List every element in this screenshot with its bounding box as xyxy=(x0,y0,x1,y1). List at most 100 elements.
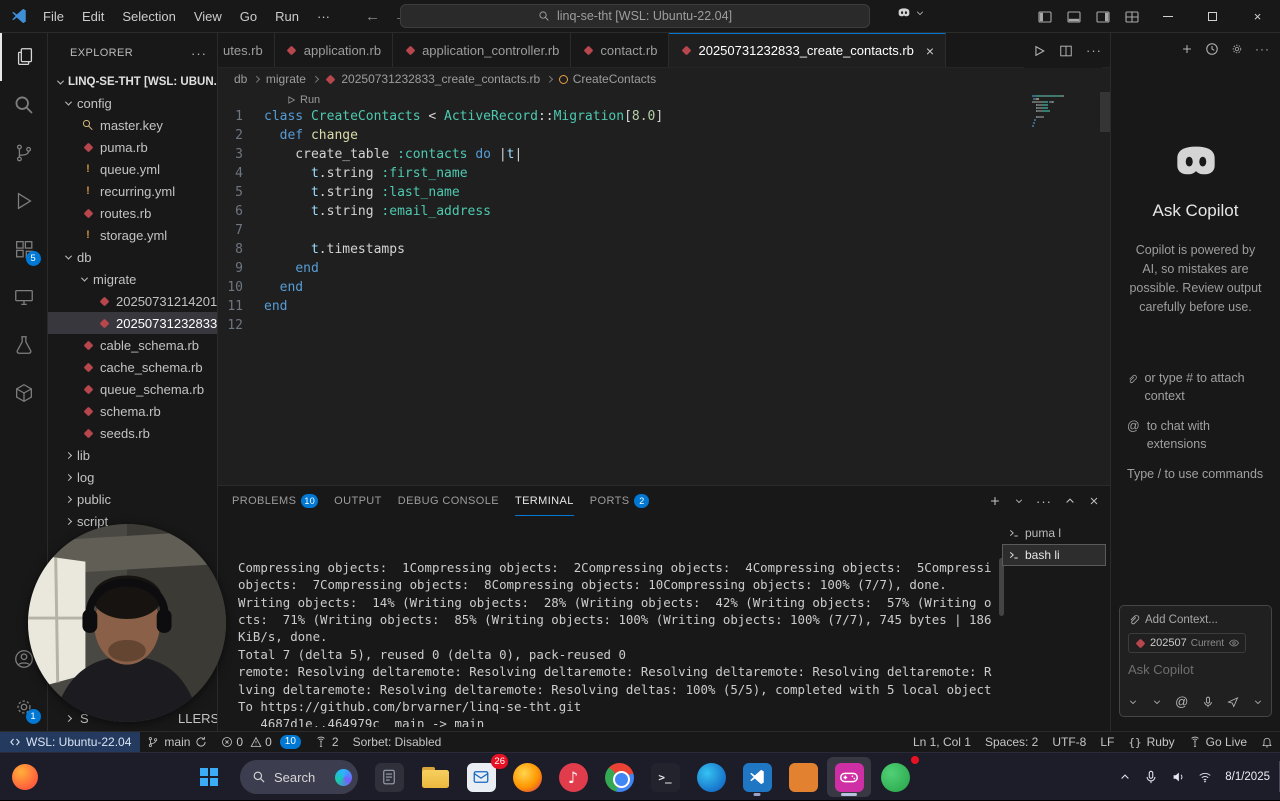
activitybar-run-debug[interactable] xyxy=(0,177,48,225)
problems-indicator[interactable]: 0 0 10 xyxy=(214,732,308,752)
menu-edit[interactable]: Edit xyxy=(73,0,113,32)
editor-scrollbar[interactable] xyxy=(1100,92,1110,132)
command-center[interactable]: linq-se-tht [WSL: Ubuntu-22.04] xyxy=(400,4,870,28)
tree-item-cable-schema-rb[interactable]: cable_schema.rb xyxy=(48,334,217,356)
toggle-primary-sidebar-icon[interactable] xyxy=(1037,9,1053,25)
remote-indicator[interactable]: WSL: Ubuntu-22.04 xyxy=(0,732,140,752)
activitybar-testing[interactable] xyxy=(0,321,48,369)
split-editor-icon[interactable] xyxy=(1059,44,1073,58)
code-editor[interactable]: Run 1class CreateContacts < ActiveRecord… xyxy=(218,90,1110,485)
vscode-icon[interactable] xyxy=(735,757,779,797)
sorbet-status[interactable]: Sorbet: Disabled xyxy=(346,732,449,752)
menu-file[interactable]: File xyxy=(34,0,73,32)
tree-item-storage-yml[interactable]: storage.yml xyxy=(48,224,217,246)
maximize-panel-icon[interactable] xyxy=(1064,495,1076,507)
panel-tab-problems[interactable]: PROBLEMS10 xyxy=(232,486,318,516)
close-button[interactable]: × xyxy=(1235,0,1280,33)
tree-item-schema-rb[interactable]: schema.rb xyxy=(48,400,217,422)
mention-icon[interactable]: @ xyxy=(1175,694,1188,709)
outlook-mail-icon[interactable]: 26 xyxy=(459,757,503,797)
activitybar-remote-explorer[interactable] xyxy=(0,273,48,321)
activitybar-settings[interactable]: 1 xyxy=(0,683,48,731)
panel-tab-terminal[interactable]: TERMINAL xyxy=(515,486,574,516)
close-panel-icon[interactable] xyxy=(1088,495,1100,507)
volume-icon[interactable] xyxy=(1171,770,1185,784)
tree-item-log[interactable]: log xyxy=(48,466,217,488)
tree-item-queue-yml[interactable]: queue.yml xyxy=(48,158,217,180)
copilot-input-box[interactable]: Add Context... 202507 Current Ask Copilo… xyxy=(1119,605,1272,717)
new-terminal-icon[interactable] xyxy=(988,494,1002,508)
tree-item-20250731232833[interactable]: 20250731232833_... xyxy=(48,312,217,334)
breadcrumb-item-migrate[interactable]: migrate xyxy=(266,72,306,86)
tree-item-queue-schema-rb[interactable]: queue_schema.rb xyxy=(48,378,217,400)
menu-selection[interactable]: Selection xyxy=(113,0,184,32)
activitybar-extensions[interactable]: 5 xyxy=(0,225,48,273)
webcam-overlay[interactable] xyxy=(28,524,226,722)
model-picker-icon[interactable] xyxy=(1152,697,1162,707)
activitybar-explorer[interactable] xyxy=(0,33,48,81)
run-file-icon[interactable] xyxy=(1032,44,1046,58)
media-red-icon[interactable]: ♪ xyxy=(551,757,595,797)
copilot-more-actions-icon[interactable]: ··· xyxy=(1255,42,1270,56)
chat-history-icon[interactable] xyxy=(1205,42,1219,56)
context-file-chip[interactable]: 202507 Current xyxy=(1128,633,1246,653)
tree-item-routes-rb[interactable]: routes.rb xyxy=(48,202,217,224)
start-button[interactable] xyxy=(187,757,231,797)
tree-item-master-key[interactable]: master.key xyxy=(48,114,217,136)
file-explorer-icon[interactable] xyxy=(413,757,457,797)
panel-tab-debug-console[interactable]: DEBUG CONSOLE xyxy=(398,486,499,516)
tree-item-cache-schema-rb[interactable]: cache_schema.rb xyxy=(48,356,217,378)
app-green-icon[interactable] xyxy=(873,757,917,797)
menu-item[interactable]: ··· xyxy=(308,0,339,32)
taskbar-clock[interactable]: 8/1/2025 xyxy=(1225,770,1270,784)
explorer-more-actions-icon[interactable]: ··· xyxy=(191,46,207,61)
game-bar-icon[interactable] xyxy=(827,757,871,797)
notifications-bell[interactable] xyxy=(1254,732,1280,752)
terminal-scrollbar[interactable] xyxy=(999,558,1004,616)
minimize-button[interactable] xyxy=(1145,0,1190,33)
gear-icon[interactable] xyxy=(1230,42,1244,56)
edge-icon[interactable] xyxy=(689,757,733,797)
tree-item-migrate[interactable]: migrate xyxy=(48,268,217,290)
breadcrumb-item-db[interactable]: db xyxy=(234,72,247,86)
panel-tab-ports[interactable]: PORTS2 xyxy=(590,486,650,516)
panel-more-actions-icon[interactable]: ··· xyxy=(1036,494,1052,509)
terminal-instance-puma-l[interactable]: puma l xyxy=(1002,522,1106,544)
tree-item-20250731214201[interactable]: 20250731214201_... xyxy=(48,290,217,312)
chrome-icon[interactable] xyxy=(597,757,641,797)
tab-application-controller-rb[interactable]: application_controller.rb xyxy=(393,33,571,67)
toggle-secondary-sidebar-icon[interactable] xyxy=(1095,9,1111,25)
send-icon[interactable] xyxy=(1227,696,1239,708)
tree-item-db[interactable]: db xyxy=(48,246,217,268)
tree-item-puma-rb[interactable]: puma.rb xyxy=(48,136,217,158)
terminal-instance-bash-li[interactable]: bash li xyxy=(1002,544,1106,566)
go-live-button[interactable]: Go Live xyxy=(1182,732,1254,752)
tree-item-config[interactable]: config xyxy=(48,92,217,114)
add-context-button[interactable]: Add Context... xyxy=(1128,614,1263,626)
tree-item-public[interactable]: public xyxy=(48,488,217,510)
new-chat-icon[interactable] xyxy=(1180,42,1194,56)
mode-picker-icon[interactable] xyxy=(1128,697,1138,707)
tab-contact-rb[interactable]: contact.rb xyxy=(571,33,669,67)
tab-utes-rb[interactable]: utes.rb xyxy=(218,33,275,67)
customize-layout-icon[interactable] xyxy=(1124,9,1140,25)
office-dark-icon[interactable] xyxy=(367,757,411,797)
back-arrow-icon[interactable]: ← xyxy=(365,8,380,25)
indentation-indicator[interactable]: Spaces: 2 xyxy=(978,732,1045,752)
network-icon[interactable] xyxy=(1198,770,1212,784)
explorer-root-folder[interactable]: LINQ-SE-THT [WSL: UBUN... xyxy=(48,71,217,93)
close-tab-icon[interactable]: × xyxy=(926,43,934,59)
ports-indicator[interactable]: 2 xyxy=(308,732,346,752)
branch-indicator[interactable]: main xyxy=(140,732,214,752)
panel-tab-output[interactable]: OUTPUT xyxy=(334,486,382,516)
terminal-dropdown-icon[interactable] xyxy=(1014,496,1024,506)
menu-view[interactable]: View xyxy=(185,0,231,32)
activitybar-source-control[interactable] xyxy=(0,129,48,177)
activitybar-search[interactable] xyxy=(0,81,48,129)
mic-in-use-icon[interactable] xyxy=(1144,770,1158,784)
codelens-run[interactable]: Run xyxy=(286,92,1110,107)
encoding-indicator[interactable]: UTF-8 xyxy=(1045,732,1093,752)
firefox-icon[interactable] xyxy=(505,757,549,797)
taskbar-search[interactable]: Search xyxy=(240,760,358,794)
tree-item-lib[interactable]: lib xyxy=(48,444,217,466)
